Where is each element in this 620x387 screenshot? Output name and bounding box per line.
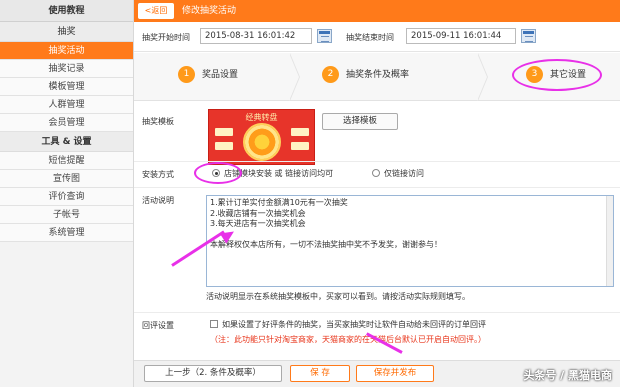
description-hint: 活动说明显示在系统抽奖模板中，买家可以看到。请按活动实际规则填写。 (206, 292, 470, 301)
divider (134, 187, 620, 188)
app-window: 使用教程 抽奖 抽奖活动 抽奖记录 模板管理 人群管理 会员管理 工具 & 设置… (0, 0, 620, 387)
sidebar-group-tools: 工具 & 设置 (0, 132, 133, 152)
install-label: 安装方式 (142, 170, 174, 179)
sidebar-item-sub-account[interactable]: 子帐号 (0, 206, 133, 224)
description-line: 2.收藏店铺有一次抽奖机会 (210, 208, 306, 218)
sidebar-item-crowd-manage[interactable]: 人群管理 (0, 96, 133, 114)
sidebar-item-system[interactable]: 系统管理 (0, 224, 133, 242)
sidebar-item-review-query[interactable]: 评价查询 (0, 188, 133, 206)
start-time-label: 抽奖开始时间 (142, 33, 190, 42)
prize-tag-icon (215, 128, 233, 136)
review-label: 回评设置 (142, 321, 174, 330)
template-preview[interactable]: 经典转盘 (208, 109, 315, 165)
start-time-input[interactable]: 2015-08-31 16:01:42 (200, 28, 312, 44)
divider (134, 161, 620, 162)
save-button[interactable]: 保 存 (290, 365, 350, 382)
settings-form: 抽奖模板 经典转盘 选择模板 安装方式 店铺模块安装 或 链接访问均可 仅链接访… (134, 102, 620, 360)
auto-review-checkbox[interactable] (210, 320, 218, 328)
sidebar-item-lottery-activity[interactable]: 抽奖活动 (0, 42, 133, 60)
description-line (210, 230, 610, 241)
template-label: 抽奖模板 (142, 117, 174, 126)
auto-review-text: 如果设置了好评条件的抽奖，当买家抽奖时让软件自动给未回评的订单回评 (222, 320, 486, 329)
template-name: 经典转盘 (245, 113, 278, 122)
scrollbar[interactable] (606, 196, 613, 286)
prize-tag-icon (291, 128, 309, 136)
time-row: 抽奖开始时间 2015-08-31 16:01:42 抽奖结束时间 2015-0… (134, 22, 620, 52)
top-bar: <返回 修改抽奖活动 (134, 0, 620, 22)
footer-bar: 上一步（2. 条件及概率） 保 存 保存并发布 头条号 / 黑猫电商 (134, 360, 620, 387)
description-line: 3.每天进店有一次抽奖机会 (210, 219, 306, 228)
highlight-ring (512, 59, 602, 91)
sidebar-item-sms[interactable]: 短信提醒 (0, 152, 133, 170)
step-number: 2 (322, 66, 339, 83)
step-number: 1 (178, 66, 195, 83)
page-title: 修改抽奖活动 (182, 6, 237, 16)
description-label: 活动说明 (142, 196, 174, 205)
step-indicator: 1 奖品设置 2 抽奖条件及概率 3 其它设置 (134, 53, 620, 101)
description-line: 本解释权仅本店所有，一切不法抽奖抽中奖不予发奖，谢谢参与！ (210, 240, 442, 249)
step-separator (289, 53, 302, 101)
wheel-icon (243, 123, 281, 161)
review-note: （注：此功能只针对淘宝商家，天猫商家的在天猫后台默认已开启自动回评。） (210, 335, 486, 344)
step-separator (477, 53, 490, 101)
step-1[interactable]: 1 奖品设置 (178, 65, 238, 85)
sidebar-item-member-manage[interactable]: 会员管理 (0, 114, 133, 132)
description-line: 1.累计订单实付金额满10元有一次抽奖 (210, 198, 348, 207)
prize-tag-icon (291, 142, 309, 150)
sidebar-item-lottery-records[interactable]: 抽奖记录 (0, 60, 133, 78)
calendar-icon[interactable] (521, 29, 536, 43)
prize-tag-icon (215, 142, 233, 150)
prev-step-button[interactable]: 上一步（2. 条件及概率） (144, 365, 282, 382)
step-label: 奖品设置 (202, 70, 239, 80)
divider (134, 312, 620, 313)
watermark: 头条号 / 黑猫电商 (523, 369, 612, 382)
save-publish-button[interactable]: 保存并发布 (356, 365, 434, 382)
back-button[interactable]: <返回 (138, 3, 174, 19)
description-textarea[interactable]: 1.累计订单实付金额满10元有一次抽奖 2.收藏店铺有一次抽奖机会 3.每天进店… (206, 195, 614, 287)
select-template-button[interactable]: 选择模板 (322, 113, 398, 130)
sidebar-tutorial[interactable]: 使用教程 (0, 0, 133, 22)
sidebar-item-template-manage[interactable]: 模板管理 (0, 78, 133, 96)
end-time-input[interactable]: 2015-09-11 16:01:44 (406, 28, 516, 44)
sidebar: 使用教程 抽奖 抽奖活动 抽奖记录 模板管理 人群管理 会员管理 工具 & 设置… (0, 0, 134, 387)
calendar-icon[interactable] (317, 29, 332, 43)
end-time-label: 抽奖结束时间 (346, 33, 394, 42)
step-2[interactable]: 2 抽奖条件及概率 (322, 65, 409, 85)
highlight-ring (194, 162, 242, 184)
sidebar-group-lottery: 抽奖 (0, 22, 133, 42)
step-label: 抽奖条件及概率 (346, 70, 410, 80)
sidebar-item-promo-image[interactable]: 宣传图 (0, 170, 133, 188)
install-option-link: 仅链接访问 (384, 169, 424, 178)
install-radio-link[interactable] (372, 169, 380, 177)
